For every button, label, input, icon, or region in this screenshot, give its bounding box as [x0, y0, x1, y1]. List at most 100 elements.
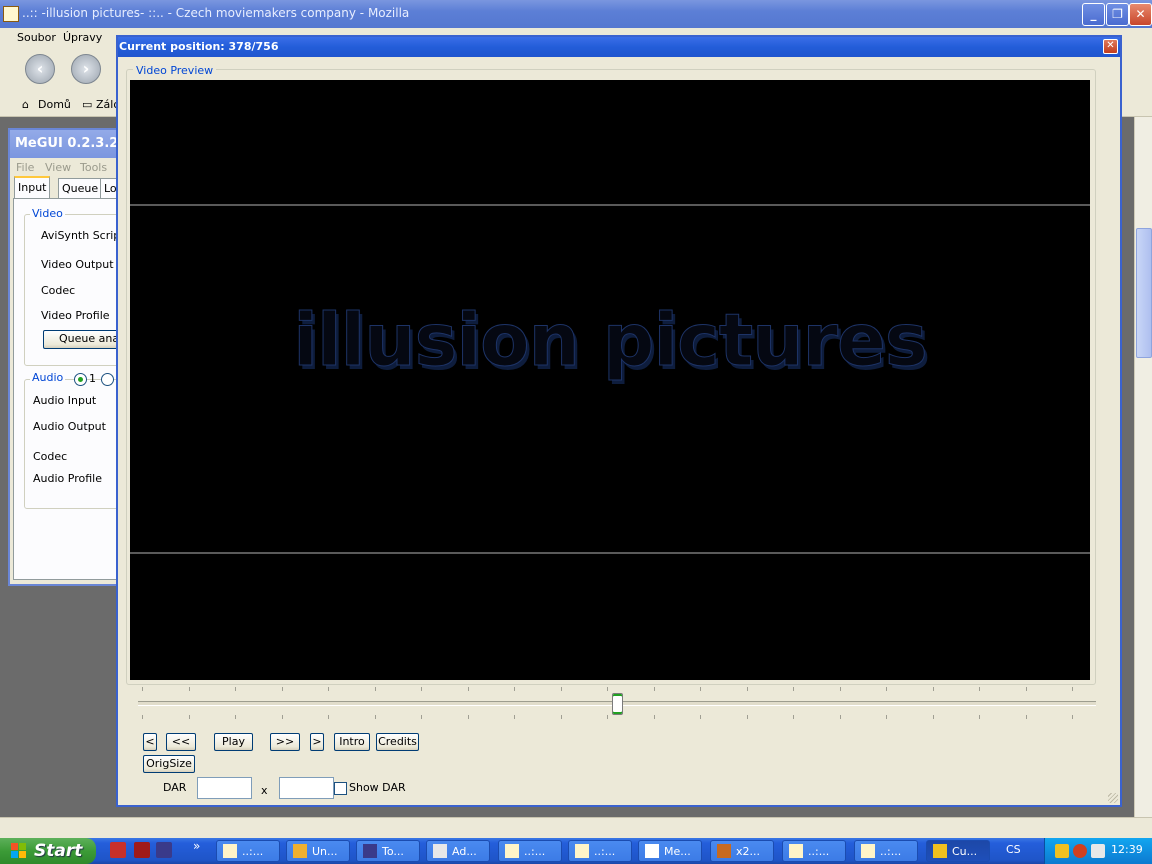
quicklaunch-floppy-icon[interactable]	[156, 842, 172, 858]
slider-tick	[979, 715, 980, 719]
slider-tick	[421, 715, 422, 719]
credits-button[interactable]: Credits	[376, 733, 419, 751]
tray-network-icon[interactable]	[1091, 844, 1105, 858]
taskbar-button-label: ..:...	[242, 845, 264, 858]
slider-tick	[560, 687, 562, 691]
resize-grip[interactable]	[1108, 793, 1118, 803]
slider-tick	[1025, 715, 1027, 719]
tab-queue[interactable]: Queue	[58, 178, 103, 198]
mozilla-page-icon	[789, 844, 803, 858]
taskbar-button[interactable]: ..:...	[498, 840, 562, 862]
audio-track-1-radio[interactable]	[74, 373, 87, 386]
next-frame-button[interactable]: >	[310, 733, 324, 751]
minimize-icon[interactable]: _	[1082, 3, 1105, 26]
taskbar-button[interactable]: Un...	[286, 840, 350, 862]
slider-tick	[886, 715, 887, 719]
system-tray: 12:39	[1044, 838, 1152, 864]
home-icon: ⌂	[22, 98, 29, 111]
close-icon[interactable]: ✕	[1103, 39, 1118, 54]
taskbar-button[interactable]: ..:...	[782, 840, 846, 862]
notepad-icon	[433, 844, 447, 858]
slider-tick	[188, 687, 190, 691]
slider-tick	[467, 687, 469, 691]
taskbar-button[interactable]: Me...	[638, 840, 702, 862]
preview-window-icon	[933, 844, 947, 858]
slider-tick	[328, 715, 329, 719]
slider-tick	[979, 687, 980, 691]
window-icon	[645, 844, 659, 858]
video-codec-label: Codec	[41, 284, 76, 297]
dar-height-input[interactable]	[279, 777, 334, 799]
taskbar-button-label: ..:...	[524, 845, 546, 858]
folder-icon	[293, 844, 307, 858]
menu-soubor[interactable]: Soubor	[17, 31, 56, 44]
play-button[interactable]: Play	[214, 733, 253, 751]
restore-icon[interactable]: ❐	[1106, 3, 1129, 26]
megui-titlebar[interactable]: MeGUI 0.2.3.21	[10, 130, 127, 158]
quicklaunch-app-icon[interactable]	[110, 842, 126, 858]
mozilla-page-icon	[575, 844, 589, 858]
preview-titlebar[interactable]: Current position: 378/756	[118, 37, 1120, 57]
taskbar-button[interactable]: Ad...	[426, 840, 490, 862]
taskbar-button[interactable]: ..:...	[216, 840, 280, 862]
prev-frame-button[interactable]: <	[143, 733, 157, 751]
forward-button[interactable]: >>	[270, 733, 300, 751]
slider-tick	[514, 687, 515, 691]
mozilla-page-icon	[505, 844, 519, 858]
mozilla-page-icon	[3, 6, 19, 22]
video-profile-label: Video Profile	[41, 309, 110, 322]
slider-tick	[142, 715, 143, 719]
position-slider-thumb[interactable]	[612, 693, 623, 715]
taskbar-button[interactable]: ..:...	[568, 840, 632, 862]
slider-tick	[142, 687, 143, 691]
language-indicator[interactable]: CS	[1006, 843, 1021, 856]
taskbar-button[interactable]: Cu...	[926, 840, 990, 862]
video-frame: illusion pictures	[130, 80, 1090, 680]
audio-track-2-radio[interactable]	[101, 373, 114, 386]
taskbar-button[interactable]: ..:...	[854, 840, 918, 862]
taskbar-button[interactable]: x2...	[710, 840, 774, 862]
tab-input[interactable]: Input	[14, 176, 51, 199]
show-dar-checkbox[interactable]	[334, 782, 347, 795]
slider-tick	[932, 715, 934, 719]
taskbar-button-label: To...	[382, 845, 404, 858]
mozilla-page-icon	[861, 844, 875, 858]
orig-size-button[interactable]: OrigSize	[143, 755, 195, 773]
x264-icon	[717, 844, 731, 858]
start-button[interactable]: Start	[0, 838, 96, 864]
dar-label: DAR	[163, 781, 187, 794]
page-scrollbar[interactable]	[1134, 117, 1152, 817]
taskbar-button-label: Un...	[312, 845, 338, 858]
bookmark-home[interactable]: Domů	[38, 98, 71, 111]
audio-group-label: Audio	[30, 371, 66, 384]
back-arrow-icon[interactable]: ‹	[25, 54, 55, 84]
quicklaunch-chevron[interactable]: »	[193, 839, 200, 853]
slider-tick	[328, 687, 329, 691]
quicklaunch-app-icon-2[interactable]	[134, 842, 150, 858]
slider-tick	[932, 687, 934, 691]
tray-security-icon[interactable]	[1073, 844, 1087, 858]
menu-upravy[interactable]: Úpravy	[63, 31, 102, 44]
slider-tick	[793, 687, 794, 691]
folder-icon: ▭	[82, 98, 93, 111]
intro-button[interactable]: Intro	[334, 733, 370, 751]
letterbox-top-line	[130, 204, 1090, 206]
taskbar-button[interactable]: To...	[356, 840, 420, 862]
mozilla-titlebar[interactable]: ..:: -illusion pictures- ::.. - Czech mo…	[0, 0, 1152, 28]
tray-app-icon[interactable]	[1055, 844, 1069, 858]
slider-tick	[1072, 687, 1073, 691]
slider-tick	[607, 687, 608, 691]
dar-width-input[interactable]	[197, 777, 252, 799]
page-scrollbar-thumb[interactable]	[1136, 228, 1152, 358]
slider-tick	[839, 687, 841, 691]
close-icon[interactable]: ✕	[1129, 3, 1152, 26]
rewind-button[interactable]: <<	[166, 733, 196, 751]
megui-menu-tools[interactable]: Tools	[80, 161, 107, 174]
slider-tick	[374, 687, 376, 691]
mozilla-window-title: ..:: -illusion pictures- ::.. - Czech mo…	[22, 6, 410, 20]
forward-arrow-icon[interactable]: ›	[71, 54, 101, 84]
taskbar-button-label: Me...	[664, 845, 691, 858]
megui-menu-view[interactable]: View	[45, 161, 71, 174]
slider-tick	[235, 715, 236, 719]
megui-menu-file[interactable]: File	[16, 161, 34, 174]
